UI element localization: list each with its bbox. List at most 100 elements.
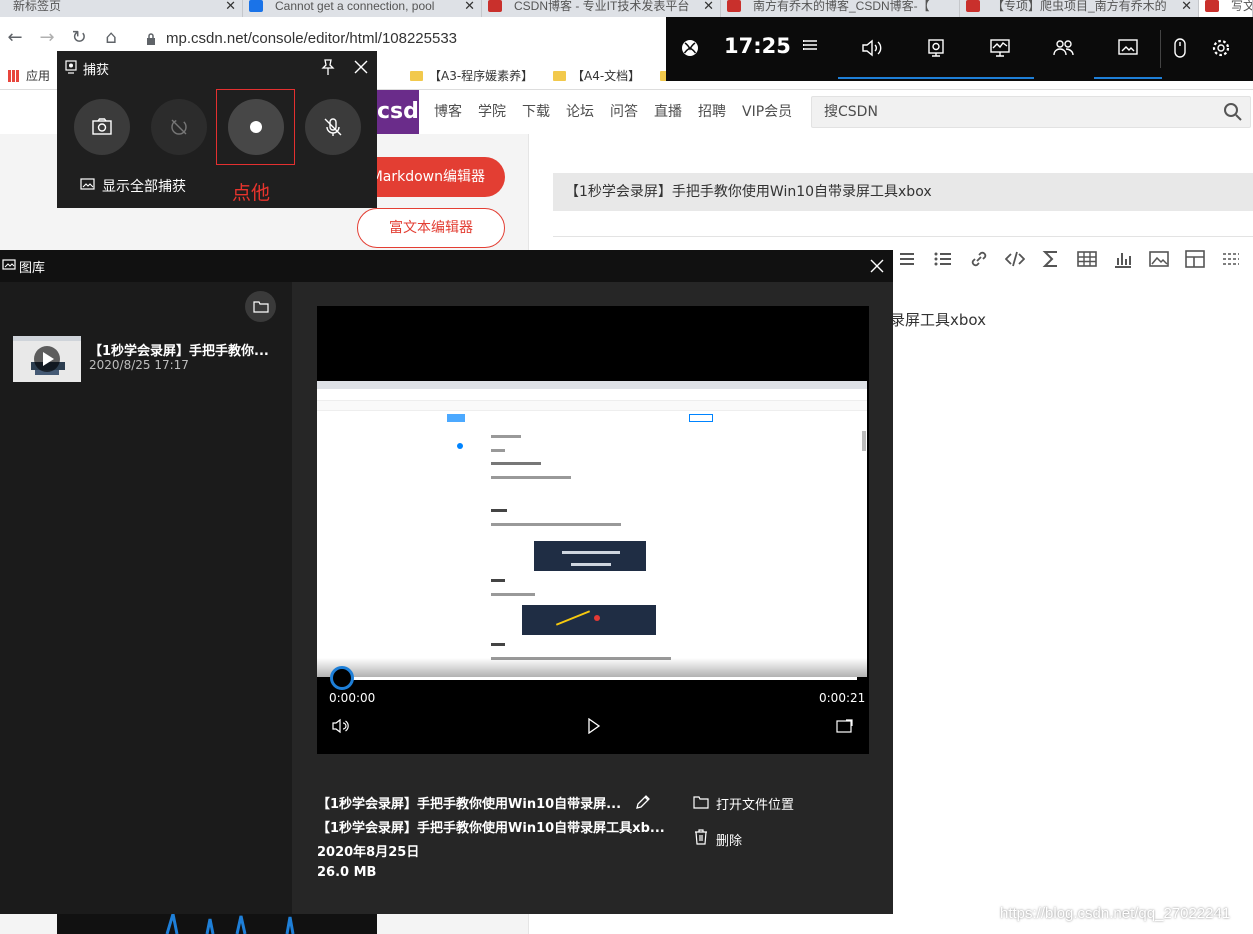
- image-icon[interactable]: [1149, 249, 1169, 269]
- close-icon[interactable]: ✕: [225, 0, 236, 12]
- nav-blog[interactable]: 博客: [434, 101, 462, 121]
- nav-vip[interactable]: VIP会员: [742, 101, 792, 121]
- widget-performance-button[interactable]: [966, 17, 1034, 81]
- widget-audio-button[interactable]: [838, 17, 906, 81]
- capture-title-line: 【1秒学会录屏】手把手教你使用Win10自带录屏...: [317, 797, 622, 812]
- home-icon[interactable]: ⌂: [100, 27, 122, 49]
- tab-title: 新标签页: [13, 0, 62, 13]
- show-all-captures-link[interactable]: 显示全部捕获: [102, 176, 186, 196]
- screenshot-button[interactable]: [74, 99, 130, 155]
- play-icon[interactable]: [587, 718, 601, 734]
- csdn-favicon-icon: [1205, 0, 1219, 12]
- tab-title: CSDN博客 - 专业IT技术发表平台: [514, 0, 690, 13]
- annotation-hint: 点他: [232, 182, 271, 204]
- csdn-favicon-icon: [727, 0, 741, 12]
- close-icon[interactable]: ✕: [1181, 0, 1192, 12]
- bookmark-a4[interactable]: 【A4-文档】: [553, 62, 640, 90]
- close-icon[interactable]: [869, 258, 885, 274]
- current-time: 0:00:00: [329, 691, 376, 705]
- tab-blog[interactable]: 南方有乔木的博客_CSDN博客-【: [721, 0, 960, 17]
- capture-size: 26.0 MB: [317, 865, 377, 880]
- widget-social-button[interactable]: [1036, 17, 1092, 81]
- pin-icon[interactable]: [320, 58, 336, 76]
- menu-icon: [803, 40, 817, 50]
- nav-forum[interactable]: 论坛: [566, 101, 594, 121]
- capture-filename: 【1秒学会录屏】手把手教你使用Win10自带录屏工具xb...: [317, 821, 665, 836]
- tab-title: 【专项】爬虫项目_南方有乔木的: [992, 0, 1167, 13]
- search-input[interactable]: 搜CSDN: [811, 96, 1251, 128]
- csdn-logo[interactable]: csdn: [377, 90, 419, 134]
- seek-handle[interactable]: [330, 666, 354, 690]
- video-frame: [317, 381, 867, 677]
- mouse-button[interactable]: [1168, 17, 1192, 81]
- close-icon[interactable]: ✕: [703, 0, 714, 12]
- close-icon[interactable]: ✕: [464, 0, 475, 12]
- mouse-icon: [1174, 38, 1186, 58]
- mic-toggle-button[interactable]: [305, 99, 361, 155]
- bookmark-apps[interactable]: 应用: [8, 62, 50, 90]
- open-folder-button[interactable]: [245, 291, 276, 322]
- seek-bar[interactable]: [333, 677, 857, 680]
- table-icon[interactable]: [1077, 249, 1097, 269]
- capture-small-icon: [65, 60, 77, 74]
- back-icon[interactable]: ←: [4, 27, 26, 49]
- forward-icon[interactable]: →: [36, 27, 58, 49]
- markdown-editor-button[interactable]: Markdown编辑器: [357, 157, 505, 197]
- capture-thumbnail[interactable]: [13, 336, 81, 382]
- nav-academy[interactable]: 学院: [478, 101, 506, 121]
- link-icon[interactable]: [969, 249, 989, 269]
- close-icon[interactable]: [353, 59, 369, 75]
- address-bar[interactable]: mp.csdn.net/console/editor/html/10822553…: [140, 24, 670, 54]
- capture-date: 2020/8/25 17:17: [89, 358, 189, 372]
- edit-icon[interactable]: [634, 793, 652, 811]
- bookmark-a3[interactable]: 【A3-程序媛素养】: [410, 62, 533, 90]
- gallery-titlebar: [0, 250, 893, 282]
- capture-date-full: 2020年8月25日: [317, 845, 420, 860]
- gallery-title: 图库: [19, 261, 46, 276]
- tab-project[interactable]: 【专项】爬虫项目_南方有乔木的 ✕: [960, 0, 1199, 17]
- duration: 0:00:21: [819, 691, 866, 705]
- xbox-icon[interactable]: [681, 39, 699, 57]
- delete-button[interactable]: 删除: [716, 830, 742, 849]
- tab-title: Cannot get a connection, pool: [275, 0, 435, 13]
- tab-csdn-home[interactable]: CSDN博客 - 专业IT技术发表平台 ✕: [482, 0, 721, 17]
- richtext-editor-button[interactable]: 富文本编辑器: [357, 208, 505, 248]
- tab-connection[interactable]: Cannot get a connection, pool ✕: [243, 0, 482, 17]
- template-icon[interactable]: [1185, 249, 1205, 269]
- folder-icon: [553, 71, 566, 81]
- widget-gallery-button[interactable]: [1094, 17, 1162, 81]
- reload-icon[interactable]: ↻: [68, 27, 90, 49]
- widget-capture-button[interactable]: [902, 17, 970, 81]
- mic-off-icon: [324, 118, 342, 136]
- fullscreen-icon[interactable]: [836, 718, 854, 734]
- chart-icon[interactable]: [1113, 249, 1133, 269]
- tab-write[interactable]: 写文: [1199, 0, 1253, 17]
- code-icon[interactable]: [1005, 249, 1025, 269]
- performance-graph: [165, 914, 295, 934]
- list-icon[interactable]: [933, 249, 953, 269]
- settings-icon: [1212, 39, 1230, 57]
- volume-icon[interactable]: [332, 718, 350, 734]
- settings-button[interactable]: [1206, 17, 1236, 81]
- more-icon[interactable]: [1221, 249, 1241, 269]
- capture-title: 捕获: [83, 63, 110, 78]
- nav-jobs[interactable]: 招聘: [698, 101, 726, 121]
- record-last-button[interactable]: [151, 99, 207, 155]
- apps-icon: [8, 70, 20, 82]
- gallery-icon: [2, 259, 16, 270]
- nav-download[interactable]: 下载: [522, 101, 550, 121]
- unordered-list-icon[interactable]: [897, 249, 917, 269]
- widget-menu-button[interactable]: [782, 17, 838, 81]
- record-last-icon: [171, 119, 187, 135]
- nav-live[interactable]: 直播: [654, 101, 682, 121]
- folder-icon: [410, 71, 423, 81]
- tab-new-tab[interactable]: 新标签页 ✕: [0, 0, 243, 17]
- search-icon[interactable]: [1221, 100, 1245, 124]
- nav-qa[interactable]: 问答: [610, 101, 638, 121]
- capture-icon: [928, 39, 944, 57]
- formula-icon[interactable]: [1041, 249, 1061, 269]
- editor-body-text[interactable]: 录屏工具xbox: [890, 309, 986, 330]
- open-file-location-button[interactable]: 打开文件位置: [716, 794, 794, 813]
- audio-icon: [862, 39, 882, 57]
- article-title-input[interactable]: 【1秒学会录屏】手把手教你使用Win10自带录屏工具xbox: [553, 173, 1253, 211]
